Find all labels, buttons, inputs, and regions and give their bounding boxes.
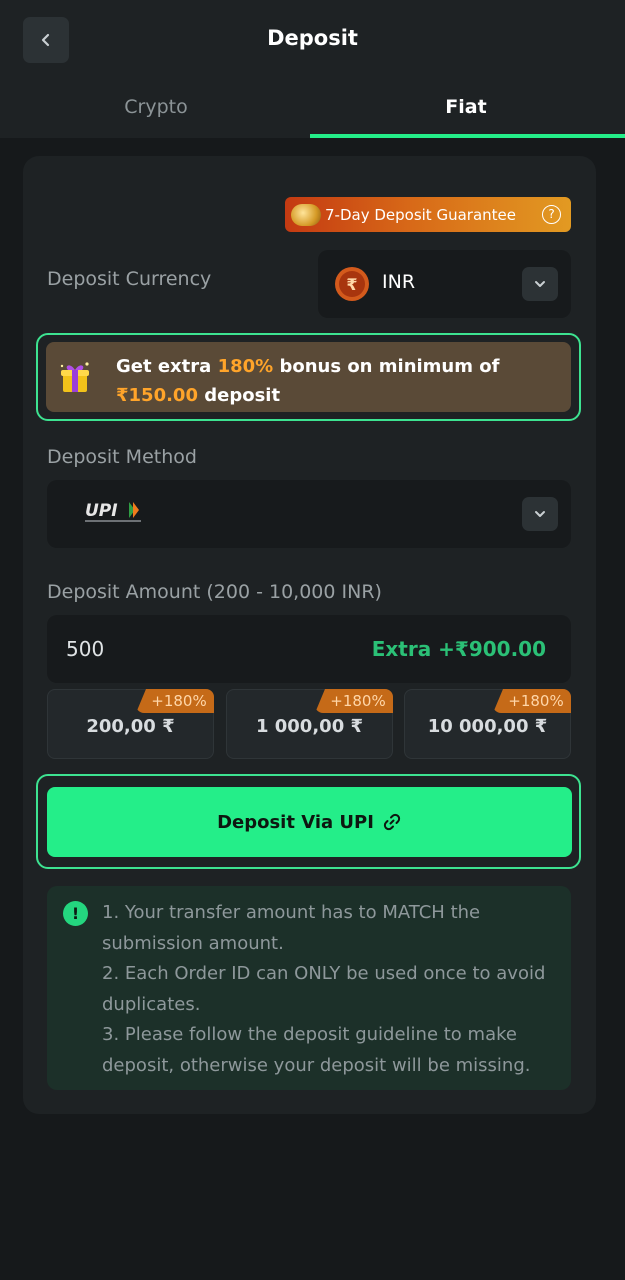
link-icon xyxy=(383,813,401,831)
currency-dropdown-button[interactable] xyxy=(522,267,558,301)
extra-bonus-amount: Extra +₹900.00 xyxy=(371,637,546,661)
deposit-amount-label: Deposit Amount (200 - 10,000 INR) xyxy=(47,581,382,603)
svg-text:UPI: UPI xyxy=(85,501,118,521)
preset-bonus-badge: +180% xyxy=(315,689,393,713)
guarantee-label: 7-Day Deposit Guarantee xyxy=(325,205,516,224)
bonus-prefix: Get extra xyxy=(116,356,218,377)
preset-bonus-badge: +180% xyxy=(493,689,571,713)
bonus-offer-inner: Get extra 180% bonus on minimum of ₹150.… xyxy=(46,342,571,412)
method-dropdown-button[interactable] xyxy=(522,497,558,531)
bonus-percent: 180% xyxy=(217,356,274,377)
currency-value: INR xyxy=(382,271,416,293)
notice-line: 3. Please follow the deposit guideline t… xyxy=(102,1024,531,1076)
notice-line: 1. Your transfer amount has to MATCH the… xyxy=(102,902,481,954)
upi-logo: UPI xyxy=(85,501,141,522)
preset-amount-200[interactable]: +180% 200,00 ₹ xyxy=(47,689,214,759)
exclamation-icon: ! xyxy=(63,901,88,926)
gift-icon xyxy=(60,362,89,392)
amount-input[interactable]: 500 Extra +₹900.00 xyxy=(47,615,571,683)
deposit-notice: ! 1. Your transfer amount has to MATCH t… xyxy=(47,886,571,1090)
coin-stack-icon xyxy=(291,203,321,226)
chevron-down-icon xyxy=(535,281,545,287)
deposit-currency-label: Deposit Currency xyxy=(47,268,212,290)
preset-value: 10 000,00 ₹ xyxy=(427,716,548,737)
notice-text: 1. Your transfer amount has to MATCH the… xyxy=(102,898,567,1082)
page-title: Deposit xyxy=(267,26,358,50)
rupee-icon: ₹ xyxy=(335,267,369,301)
preset-value: 200,00 ₹ xyxy=(86,716,175,737)
active-tab-indicator xyxy=(310,134,625,138)
deposit-button-label: Deposit Via UPI xyxy=(217,811,374,833)
bonus-suffix: deposit xyxy=(197,385,281,406)
notice-line: 2. Each Order ID can ONLY be used once t… xyxy=(102,963,546,1015)
tab-crypto[interactable]: Crypto xyxy=(0,96,312,118)
bonus-middle: bonus on minimum of xyxy=(273,356,500,377)
method-select[interactable]: UPI xyxy=(47,480,571,548)
help-icon[interactable]: ? xyxy=(542,205,561,224)
rupee-symbol: ₹ xyxy=(339,271,365,297)
preset-value: 1 000,00 ₹ xyxy=(255,716,364,737)
header: Deposit Crypto Fiat xyxy=(0,0,625,138)
deposit-via-upi-button[interactable]: Deposit Via UPI xyxy=(47,787,572,857)
deposit-method-label: Deposit Method xyxy=(47,446,197,468)
amount-value[interactable]: 500 xyxy=(66,637,104,661)
bonus-minimum: ₹150.00 xyxy=(116,385,198,406)
chevron-down-icon xyxy=(535,511,545,517)
preset-bonus-badge: +180% xyxy=(136,689,214,713)
preset-amount-10000[interactable]: +180% 10 000,00 ₹ xyxy=(404,689,571,759)
deposit-guarantee-banner[interactable]: 7-Day Deposit Guarantee ? xyxy=(285,197,571,232)
bonus-offer-text: Get extra 180% bonus on minimum of ₹150.… xyxy=(116,352,566,410)
deposit-button-frame: Deposit Via UPI xyxy=(36,774,581,869)
bonus-offer-banner[interactable]: Get extra 180% bonus on minimum of ₹150.… xyxy=(36,333,581,421)
tab-fiat[interactable]: Fiat xyxy=(310,96,622,118)
currency-select[interactable]: ₹ INR xyxy=(318,250,571,318)
preset-amount-1000[interactable]: +180% 1 000,00 ₹ xyxy=(226,689,393,759)
